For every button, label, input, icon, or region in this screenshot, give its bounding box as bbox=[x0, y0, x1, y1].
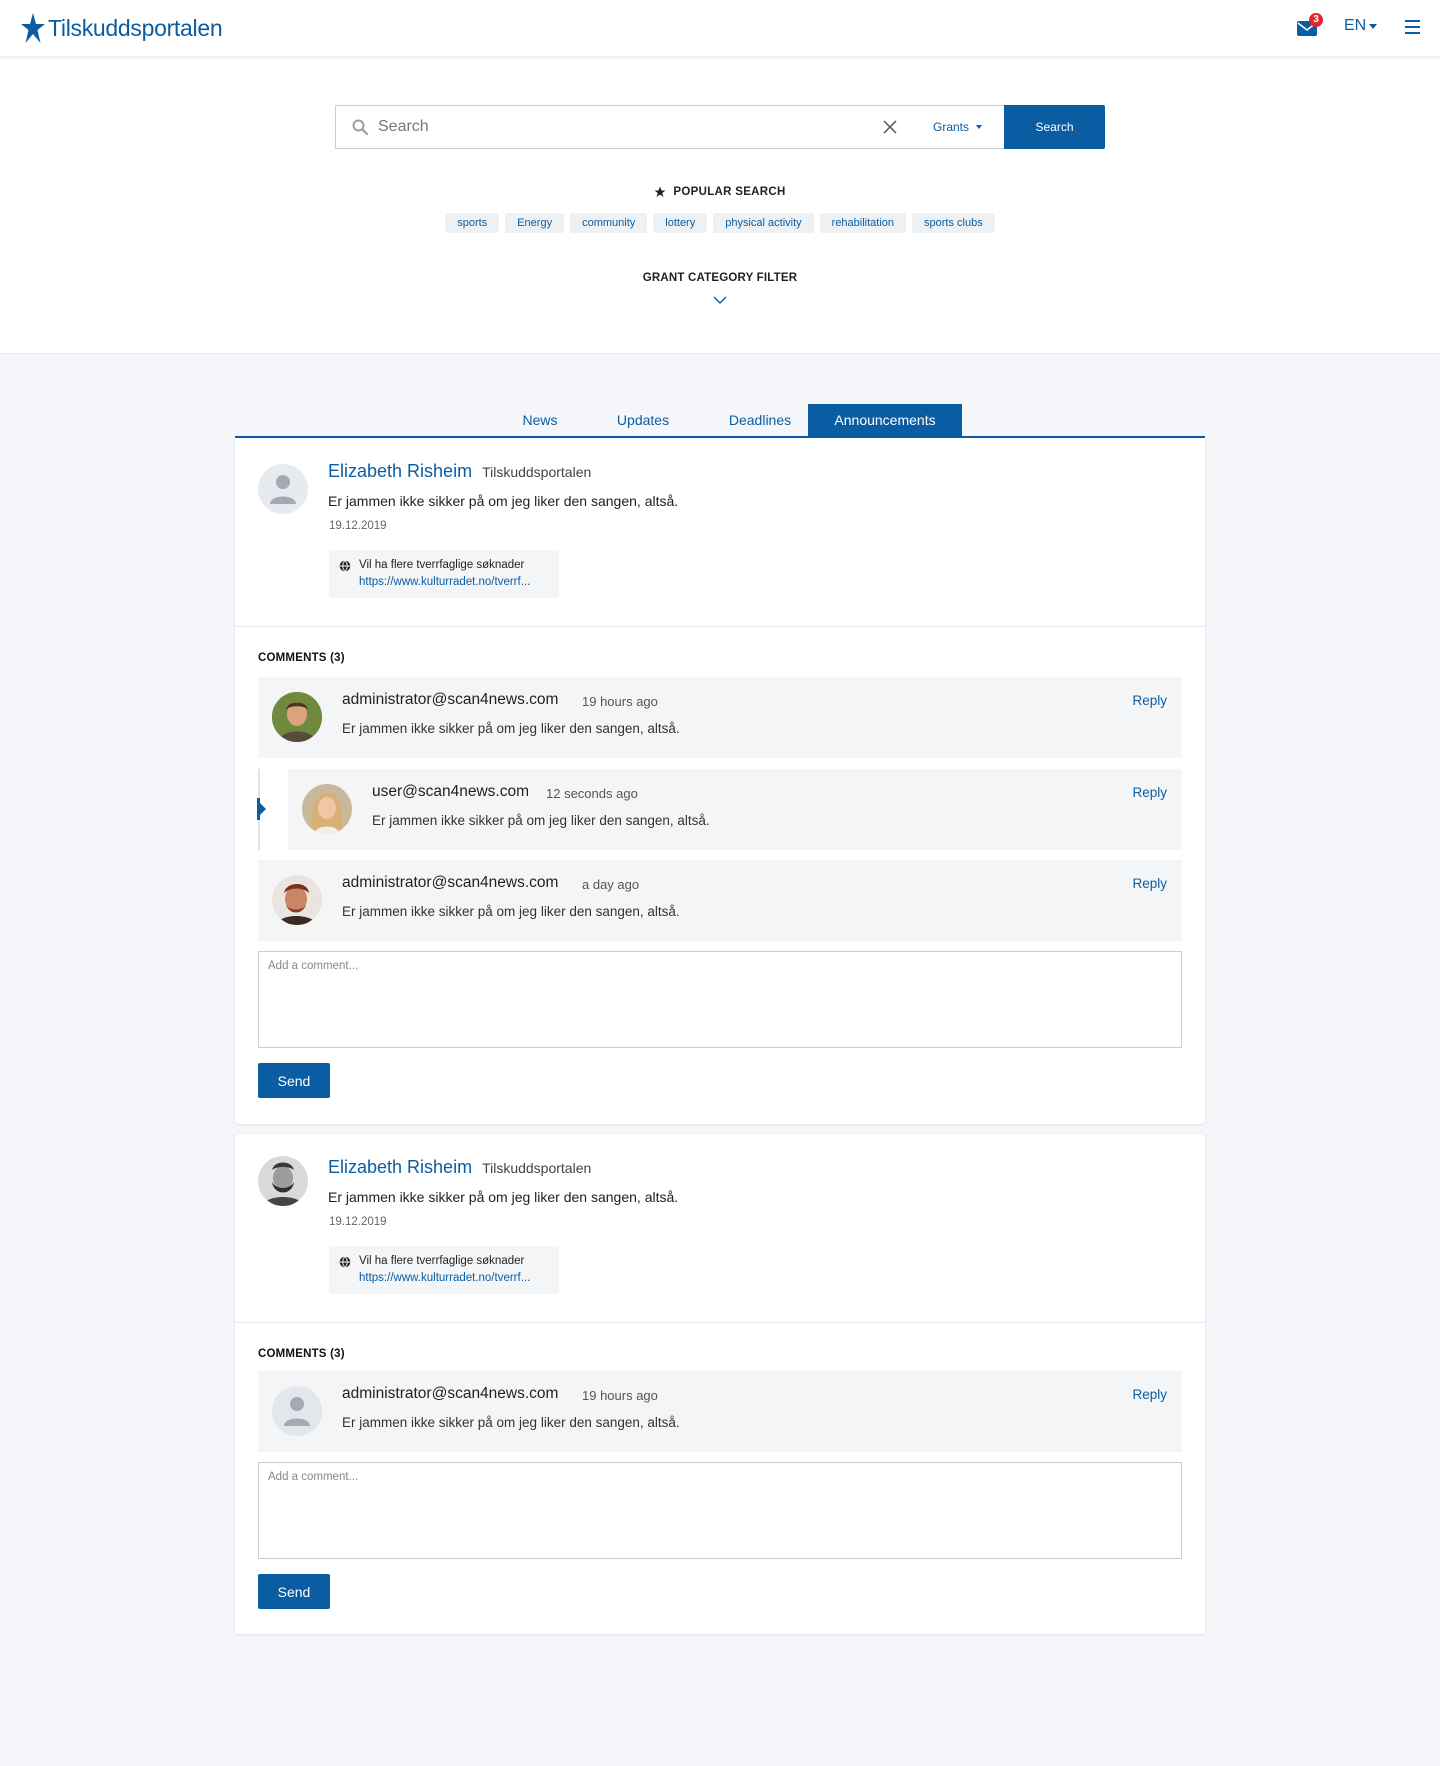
search-section: Grants Search POPULAR SEARCH sports Ener… bbox=[0, 56, 1440, 354]
grants-filter-label: Grants bbox=[932, 120, 969, 134]
comment-time: 19 hours ago bbox=[582, 1388, 658, 1403]
comment-time: a day ago bbox=[582, 877, 640, 892]
brand-logo[interactable]: Tilskuddsportalen bbox=[21, 13, 223, 43]
globe-icon bbox=[339, 560, 351, 572]
popular-search-label: POPULAR SEARCH bbox=[673, 186, 786, 198]
post-author: Elizabeth Risheim Tilskuddsportalen bbox=[328, 461, 591, 482]
comment-text: Er jammen ikke sikker på om jeg liker de… bbox=[342, 1415, 680, 1430]
commenter-name: administrator@scan4news.com bbox=[342, 1385, 559, 1402]
brand-name: Tilskuddsportalen bbox=[48, 14, 223, 41]
star-logo-icon bbox=[21, 13, 45, 43]
search-icon bbox=[352, 119, 368, 135]
popular-search-heading: POPULAR SEARCH bbox=[0, 186, 1440, 198]
person-photo-icon bbox=[272, 875, 322, 925]
link-preview[interactable]: Vil ha flere tverrfaglige søknader https… bbox=[329, 550, 559, 598]
announcement-card: Elizabeth Risheim Tilskuddsportalen Er j… bbox=[235, 438, 1205, 1124]
grants-filter-select[interactable]: Grants bbox=[911, 105, 1005, 149]
post-header: Elizabeth Risheim Tilskuddsportalen Er j… bbox=[235, 1134, 1205, 1323]
comments-heading: COMMENTS (3) bbox=[258, 652, 345, 664]
post-header: Elizabeth Risheim Tilskuddsportalen Er j… bbox=[235, 438, 1205, 627]
tab-updates[interactable]: Updates bbox=[593, 404, 693, 436]
comment-input[interactable] bbox=[258, 951, 1182, 1048]
tag-lottery[interactable]: lottery bbox=[653, 213, 708, 233]
commenter-name: administrator@scan4news.com bbox=[342, 691, 559, 708]
link-title: Vil ha flere tverrfaglige søknader bbox=[359, 1255, 525, 1267]
caret-down-icon bbox=[976, 125, 982, 129]
author-org: Tilskuddsportalen bbox=[482, 1160, 592, 1176]
comment-item: administrator@scan4news.com a day ago Er… bbox=[258, 860, 1182, 941]
person-photo-icon bbox=[258, 1156, 308, 1206]
language-selector[interactable]: EN bbox=[1344, 17, 1378, 35]
author-name[interactable]: Elizabeth Risheim bbox=[328, 1157, 472, 1178]
tag-sports-clubs[interactable]: sports clubs bbox=[912, 213, 995, 233]
tag-sports[interactable]: sports bbox=[445, 213, 500, 233]
commenter-avatar bbox=[272, 1386, 322, 1436]
notification-badge: 3 bbox=[1309, 13, 1323, 27]
star-icon bbox=[654, 186, 666, 197]
send-button[interactable]: Send bbox=[258, 1063, 330, 1098]
post-author: Elizabeth Risheim Tilskuddsportalen bbox=[328, 1157, 591, 1178]
tag-rehabilitation[interactable]: rehabilitation bbox=[819, 213, 907, 233]
comment-time: 12 seconds ago bbox=[546, 786, 638, 801]
author-name[interactable]: Elizabeth Risheim bbox=[328, 461, 472, 482]
comment-text: Er jammen ikke sikker på om jeg liker de… bbox=[342, 904, 680, 919]
commenter-name: user@scan4news.com bbox=[372, 783, 530, 800]
link-title: Vil ha flere tverrfaglige søknader bbox=[359, 559, 525, 571]
reply-link[interactable]: Reply bbox=[1132, 693, 1167, 708]
user-placeholder-icon bbox=[270, 475, 296, 504]
reply-link[interactable]: Reply bbox=[1132, 1387, 1167, 1402]
post-date: 19.12.2019 bbox=[329, 1216, 387, 1228]
search-box bbox=[335, 105, 912, 149]
send-button[interactable]: Send bbox=[258, 1574, 330, 1609]
author-avatar bbox=[258, 1156, 308, 1206]
caret-right-icon bbox=[260, 803, 266, 815]
user-placeholder-icon bbox=[284, 1397, 310, 1426]
reply-link[interactable]: Reply bbox=[1132, 785, 1167, 800]
tab-news[interactable]: News bbox=[497, 404, 583, 436]
caret-down-icon bbox=[1369, 23, 1378, 29]
search-input[interactable] bbox=[378, 118, 883, 136]
post-text: Er jammen ikke sikker på om jeg liker de… bbox=[328, 493, 679, 509]
comment-item: administrator@scan4news.com 19 hours ago… bbox=[258, 1371, 1182, 1452]
post-date: 19.12.2019 bbox=[329, 520, 387, 532]
commenter-avatar bbox=[302, 784, 352, 834]
person-photo-icon bbox=[302, 784, 352, 834]
comment-input[interactable] bbox=[258, 1462, 1182, 1559]
chevron-down-icon[interactable] bbox=[713, 296, 727, 305]
link-url[interactable]: https://www.kulturradet.no/tverrf... bbox=[359, 1272, 530, 1284]
language-label: EN bbox=[1344, 17, 1367, 34]
comment-time: 19 hours ago bbox=[582, 694, 658, 709]
popular-tags: sports Energy community lottery physical… bbox=[0, 213, 1440, 233]
hamburger-menu-icon[interactable] bbox=[1405, 20, 1420, 34]
author-org: Tilskuddsportalen bbox=[482, 464, 592, 480]
commenter-name: administrator@scan4news.com bbox=[342, 874, 559, 891]
grant-category-filter-toggle[interactable]: GRANT CATEGORY FILTER bbox=[0, 272, 1440, 284]
post-text: Er jammen ikke sikker på om jeg liker de… bbox=[328, 1189, 679, 1205]
commenter-avatar bbox=[272, 875, 322, 925]
comment-reply-item: user@scan4news.com 12 seconds ago Er jam… bbox=[288, 769, 1182, 850]
tab-deadlines[interactable]: Deadlines bbox=[705, 404, 815, 436]
reply-link[interactable]: Reply bbox=[1132, 876, 1167, 891]
top-header: Tilskuddsportalen 3 EN bbox=[0, 0, 1440, 56]
person-photo-icon bbox=[272, 692, 322, 742]
comments-heading: COMMENTS (3) bbox=[258, 1348, 345, 1360]
content-tabs: News Updates Deadlines Announcements bbox=[235, 404, 1205, 438]
link-url[interactable]: https://www.kulturradet.no/tverrf... bbox=[359, 576, 530, 588]
comment-text: Er jammen ikke sikker på om jeg liker de… bbox=[372, 813, 710, 828]
tag-energy[interactable]: Energy bbox=[505, 213, 565, 233]
announcement-card: Elizabeth Risheim Tilskuddsportalen Er j… bbox=[235, 1134, 1205, 1634]
globe-icon bbox=[339, 1256, 351, 1268]
search-button[interactable]: Search bbox=[1004, 105, 1105, 149]
tag-physical-activity[interactable]: physical activity bbox=[713, 213, 814, 233]
commenter-avatar bbox=[272, 692, 322, 742]
tab-announcements[interactable]: Announcements bbox=[808, 404, 962, 436]
comment-text: Er jammen ikke sikker på om jeg liker de… bbox=[342, 721, 680, 736]
link-preview[interactable]: Vil ha flere tverrfaglige søknader https… bbox=[329, 1246, 559, 1294]
tag-community[interactable]: community bbox=[570, 213, 648, 233]
comment-item: administrator@scan4news.com 19 hours ago… bbox=[258, 677, 1182, 758]
author-avatar bbox=[258, 464, 308, 514]
close-icon[interactable] bbox=[883, 120, 897, 134]
